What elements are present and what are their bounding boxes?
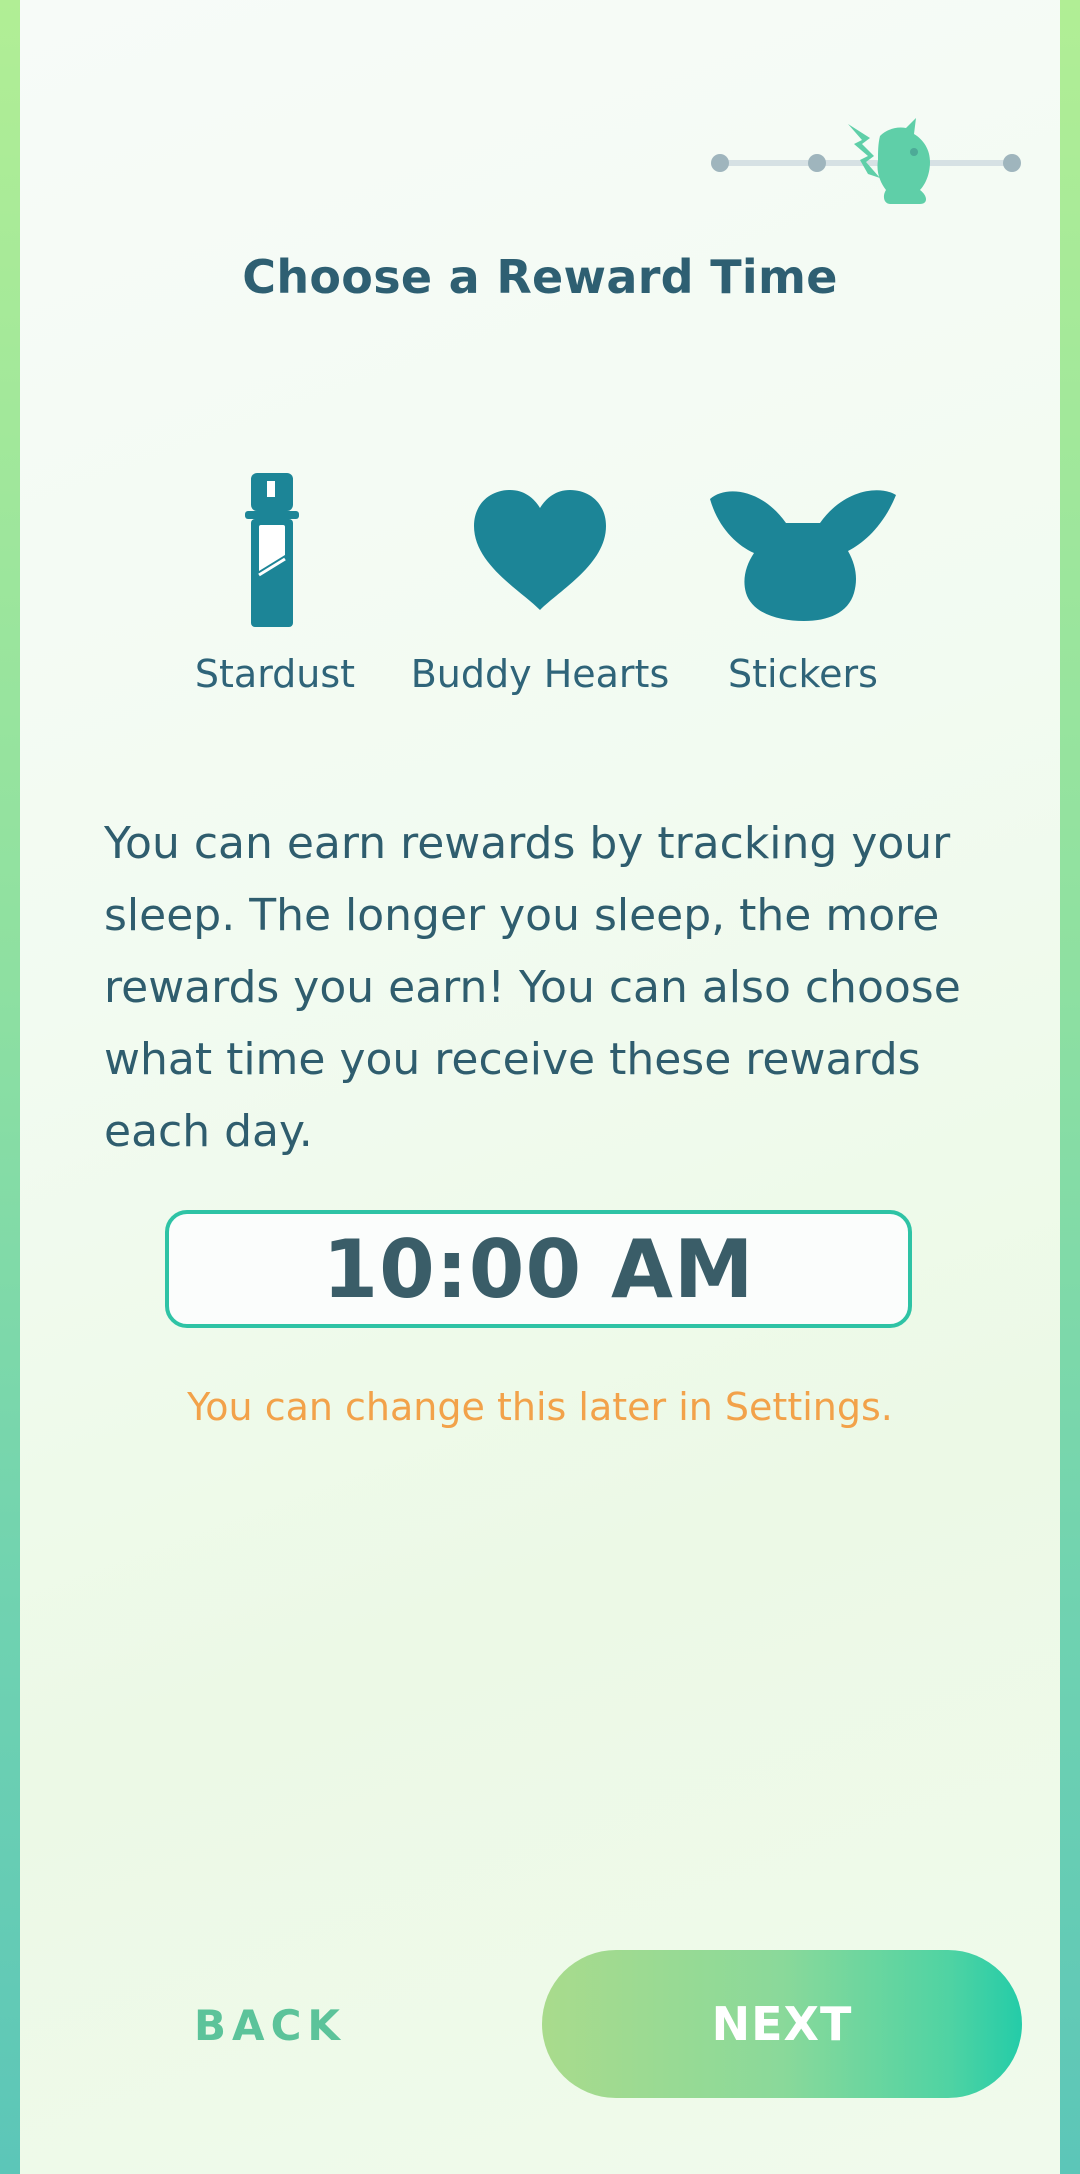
- description-text: You can earn rewards by tracking your sl…: [104, 818, 961, 1157]
- stardust-vial-icon: [245, 473, 299, 627]
- reward-label-stardust: Stardust: [194, 652, 356, 696]
- reward-stickers: Stickers: [653, 470, 953, 696]
- reward-label-buddy-hearts: Buddy Hearts: [410, 652, 670, 696]
- progress-step-2: [808, 154, 826, 172]
- reward-stardust: Stardust: [125, 470, 425, 696]
- reward-label-stickers: Stickers: [728, 652, 878, 696]
- reward-buddy-hearts: Buddy Hearts: [390, 470, 690, 696]
- reward-time-picker[interactable]: 10:00 AM: [165, 1210, 912, 1328]
- progress-indicator: [700, 110, 1030, 204]
- pikachu-progress-icon: [848, 118, 930, 204]
- heart-icon: [474, 490, 606, 610]
- pikachu-head-icon: [710, 490, 896, 621]
- back-button[interactable]: BACK: [140, 1960, 400, 2090]
- rewards-row: Stardust Buddy Hearts Stickers: [0, 470, 1080, 730]
- progress-step-4: [1003, 154, 1021, 172]
- settings-hint: You can change this later in Settings.: [187, 1385, 893, 1429]
- next-button[interactable]: NEXT: [542, 1950, 1022, 2098]
- progress-step-1: [711, 154, 729, 172]
- page-title: Choose a Reward Time: [242, 250, 838, 304]
